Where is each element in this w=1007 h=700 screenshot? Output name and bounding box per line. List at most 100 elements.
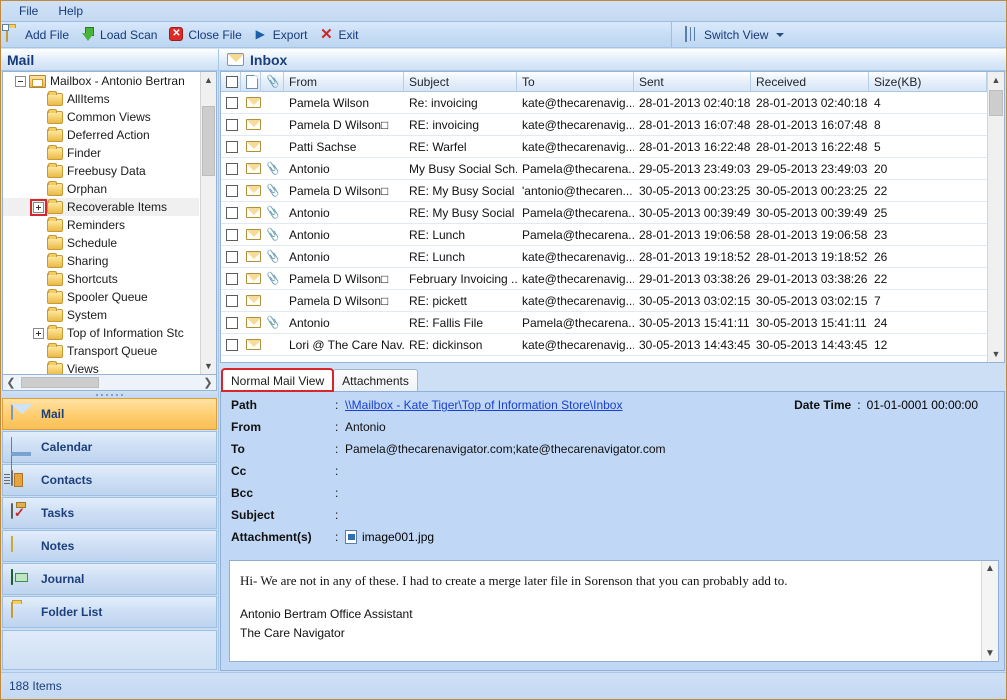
tree-item[interactable]: Finder [3,144,199,162]
add-file-button[interactable]: Add File [1,24,76,46]
row-checkbox[interactable] [226,96,238,109]
exit-button[interactable]: ✕ Exit [314,24,365,46]
select-all-checkbox[interactable] [226,75,238,88]
row-checkbox[interactable] [226,206,238,219]
tree-item[interactable]: Common Views [3,108,199,126]
expand-plus-icon[interactable] [30,198,47,216]
table-row[interactable]: Pamela D Wilson□ RE: invoicing kate@thecar… [221,114,987,136]
row-checkbox[interactable] [226,272,238,285]
nav-button-journal[interactable]: Journal [2,563,217,595]
export-button[interactable]: ▶ Export [249,24,315,46]
table-row[interactable]: Pamela D Wilson□ RE: pickett kate@thecaren… [221,290,987,312]
row-checkbox[interactable] [226,162,238,175]
body-scroll-down-arrow-icon[interactable]: ▼ [985,648,995,659]
mail-scroll-up-arrow-icon[interactable]: ▲ [988,72,1004,88]
column-header-received[interactable]: Received [751,72,869,92]
column-header-size[interactable]: Size(KB) [869,72,987,92]
tree-item[interactable]: Freebusy Data [3,162,199,180]
tab-attachments[interactable]: Attachments [333,369,418,391]
nav-button-calendar[interactable]: Calendar [2,431,217,471]
row-checkbox[interactable] [226,294,238,307]
scroll-up-arrow-icon[interactable]: ▲ [201,72,216,88]
column-header-subject[interactable]: Subject [404,72,517,92]
tree-item[interactable]: Transport Queue [3,342,199,360]
tree-item[interactable]: Shortcuts [3,270,199,288]
nav-button-mail[interactable]: Mail [2,398,217,430]
folder-tree-horizontal-scrollbar[interactable]: ❮ ❯ [2,375,217,391]
folder-tree[interactable]: Mailbox - Antonio Bertran AllItems Common … [2,71,217,375]
row-checkbox-cell[interactable] [221,224,241,246]
tree-item[interactable]: Mailbox - Antonio Bertran [3,72,199,90]
scroll-right-arrow-icon[interactable]: ❯ [200,376,216,389]
row-checkbox-cell[interactable] [221,158,241,180]
tree-item[interactable]: Views [3,360,199,374]
attachment-item[interactable]: image001.jpg [345,530,434,544]
pane-splitter-gripper[interactable] [1,391,218,398]
table-row[interactable]: 📎 Antonio RE: Lunch kate@thecarenavig... 28-… [221,246,987,268]
column-header-to[interactable]: To [517,72,634,92]
tree-item[interactable]: Deferred Action [3,126,199,144]
scroll-thumb[interactable] [202,106,215,176]
collapse-minus-icon[interactable] [15,75,26,87]
column-header-check[interactable] [221,72,241,92]
row-checkbox[interactable] [226,338,238,351]
row-checkbox-cell[interactable] [221,92,241,114]
mail-scroll-down-arrow-icon[interactable]: ▼ [988,346,1004,362]
tree-item[interactable]: System [3,306,199,324]
row-checkbox-cell[interactable] [221,136,241,158]
tree-item[interactable]: Recoverable Items [3,198,199,216]
table-row[interactable]: 📎 Antonio My Busy Social Sch... Pamela@thec… [221,158,987,180]
column-header-attach[interactable]: 📎 [261,72,284,92]
tree-item[interactable]: AllItems [3,90,199,108]
row-checkbox-cell[interactable] [221,268,241,290]
row-checkbox[interactable] [226,228,238,241]
row-checkbox-cell[interactable] [221,114,241,136]
row-checkbox[interactable] [226,118,238,131]
row-checkbox-cell[interactable] [221,180,241,202]
row-checkbox[interactable] [226,250,238,263]
tree-item[interactable]: Reminders [3,216,199,234]
table-row[interactable]: Lori @ The Care Nav... RE: dickinson kate@… [221,334,987,356]
tree-item[interactable]: Spooler Queue [3,288,199,306]
nav-button-notes[interactable]: Notes [2,530,217,562]
scroll-down-arrow-icon[interactable]: ▼ [201,358,216,374]
row-checkbox[interactable] [226,140,238,153]
row-checkbox-cell[interactable] [221,312,241,334]
table-row[interactable]: 📎 Pamela D Wilson□ RE: My Busy Social ... '… [221,180,987,202]
tree-item[interactable]: Schedule [3,234,199,252]
mail-body-scrollbar[interactable]: ▲ ▼ [981,561,998,661]
column-header-doc[interactable] [241,72,261,92]
menu-item-file[interactable]: File [9,2,48,20]
table-row[interactable]: 📎 Pamela D Wilson□ February Invoicing ... k… [221,268,987,290]
table-row[interactable]: 📎 Antonio RE: Fallis File Pamela@thecarena.… [221,312,987,334]
table-row[interactable]: Patti Sachse RE: Warfel kate@thecarenavig.… [221,136,987,158]
expand-plus-icon[interactable] [33,327,44,339]
close-file-button[interactable]: ✕ Close File [164,24,248,46]
mail-list-vertical-scrollbar[interactable]: ▲ ▼ [987,72,1004,362]
switch-view-button[interactable]: Switch View [680,24,791,46]
table-row[interactable]: Pamela Wilson Re: invoicing kate@thecarena… [221,92,987,114]
table-row[interactable]: 📎 Antonio RE: My Busy Social ... Pamela@the… [221,202,987,224]
detail-path-link[interactable]: \\Mailbox - Kate Tiger\Top of Informatio… [345,398,622,412]
tree-item[interactable]: Sharing [3,252,199,270]
tree-item[interactable]: Orphan [3,180,199,198]
menu-item-help[interactable]: Help [48,2,93,20]
tree-item[interactable]: Top of Information Stc [3,324,199,342]
row-checkbox-cell[interactable] [221,290,241,312]
table-row[interactable]: 📎 Antonio RE: Lunch Pamela@thecarena... 28-0… [221,224,987,246]
tab-normal-mail-view[interactable]: Normal Mail View [220,368,335,392]
row-checkbox[interactable] [226,316,238,329]
body-scroll-up-arrow-icon[interactable]: ▲ [985,563,995,574]
h-scroll-thumb[interactable] [21,377,99,388]
attachment-name[interactable]: image001.jpg [362,530,434,544]
row-checkbox-cell[interactable] [221,334,241,356]
row-checkbox-cell[interactable] [221,202,241,224]
chevron-down-icon[interactable] [776,32,785,37]
folder-tree-vertical-scrollbar[interactable]: ▲ ▼ [200,72,216,374]
nav-button-tasks[interactable]: Tasks [2,497,217,529]
mail-scroll-thumb[interactable] [989,90,1003,116]
column-header-from[interactable]: From [284,72,404,92]
column-header-sent[interactable]: Sent [634,72,751,92]
row-checkbox-cell[interactable] [221,246,241,268]
row-checkbox[interactable] [226,184,238,197]
